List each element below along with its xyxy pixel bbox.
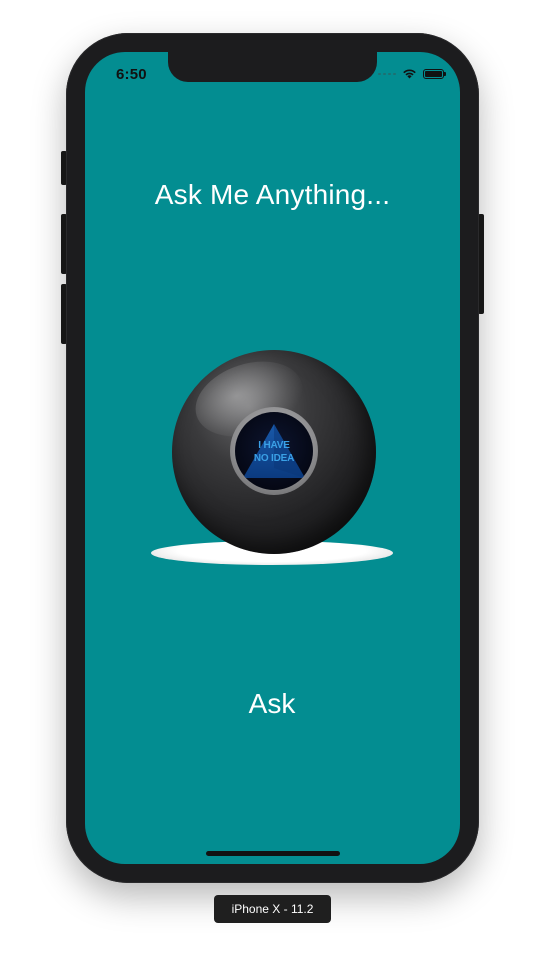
app-screen: 6:50 Ask Me Anything... I HAVE NO IDEA A…	[85, 52, 460, 864]
answer-window: I HAVE NO IDEA	[235, 412, 313, 490]
question-label: Ask Me Anything...	[154, 179, 391, 210]
ask-button[interactable]: Ask	[222, 684, 322, 724]
status-icons	[378, 68, 446, 79]
notch	[168, 52, 377, 82]
battery-icon	[423, 68, 446, 79]
answer-window-ring: I HAVE NO IDEA	[230, 407, 318, 495]
home-indicator[interactable]	[206, 851, 340, 856]
magic-ball-image: I HAVE NO IDEA	[151, 348, 393, 570]
simulator-canvas: 6:50 Ask Me Anything... I HAVE NO IDEA A…	[0, 0, 545, 964]
status-time: 6:50	[116, 66, 147, 83]
answer-text: I HAVE NO IDEA	[253, 440, 295, 464]
eight-ball: I HAVE NO IDEA	[172, 348, 376, 554]
wifi-icon	[402, 68, 417, 79]
device-label: iPhone X - 11.2	[214, 895, 331, 923]
cellular-signal-icon	[378, 72, 396, 75]
